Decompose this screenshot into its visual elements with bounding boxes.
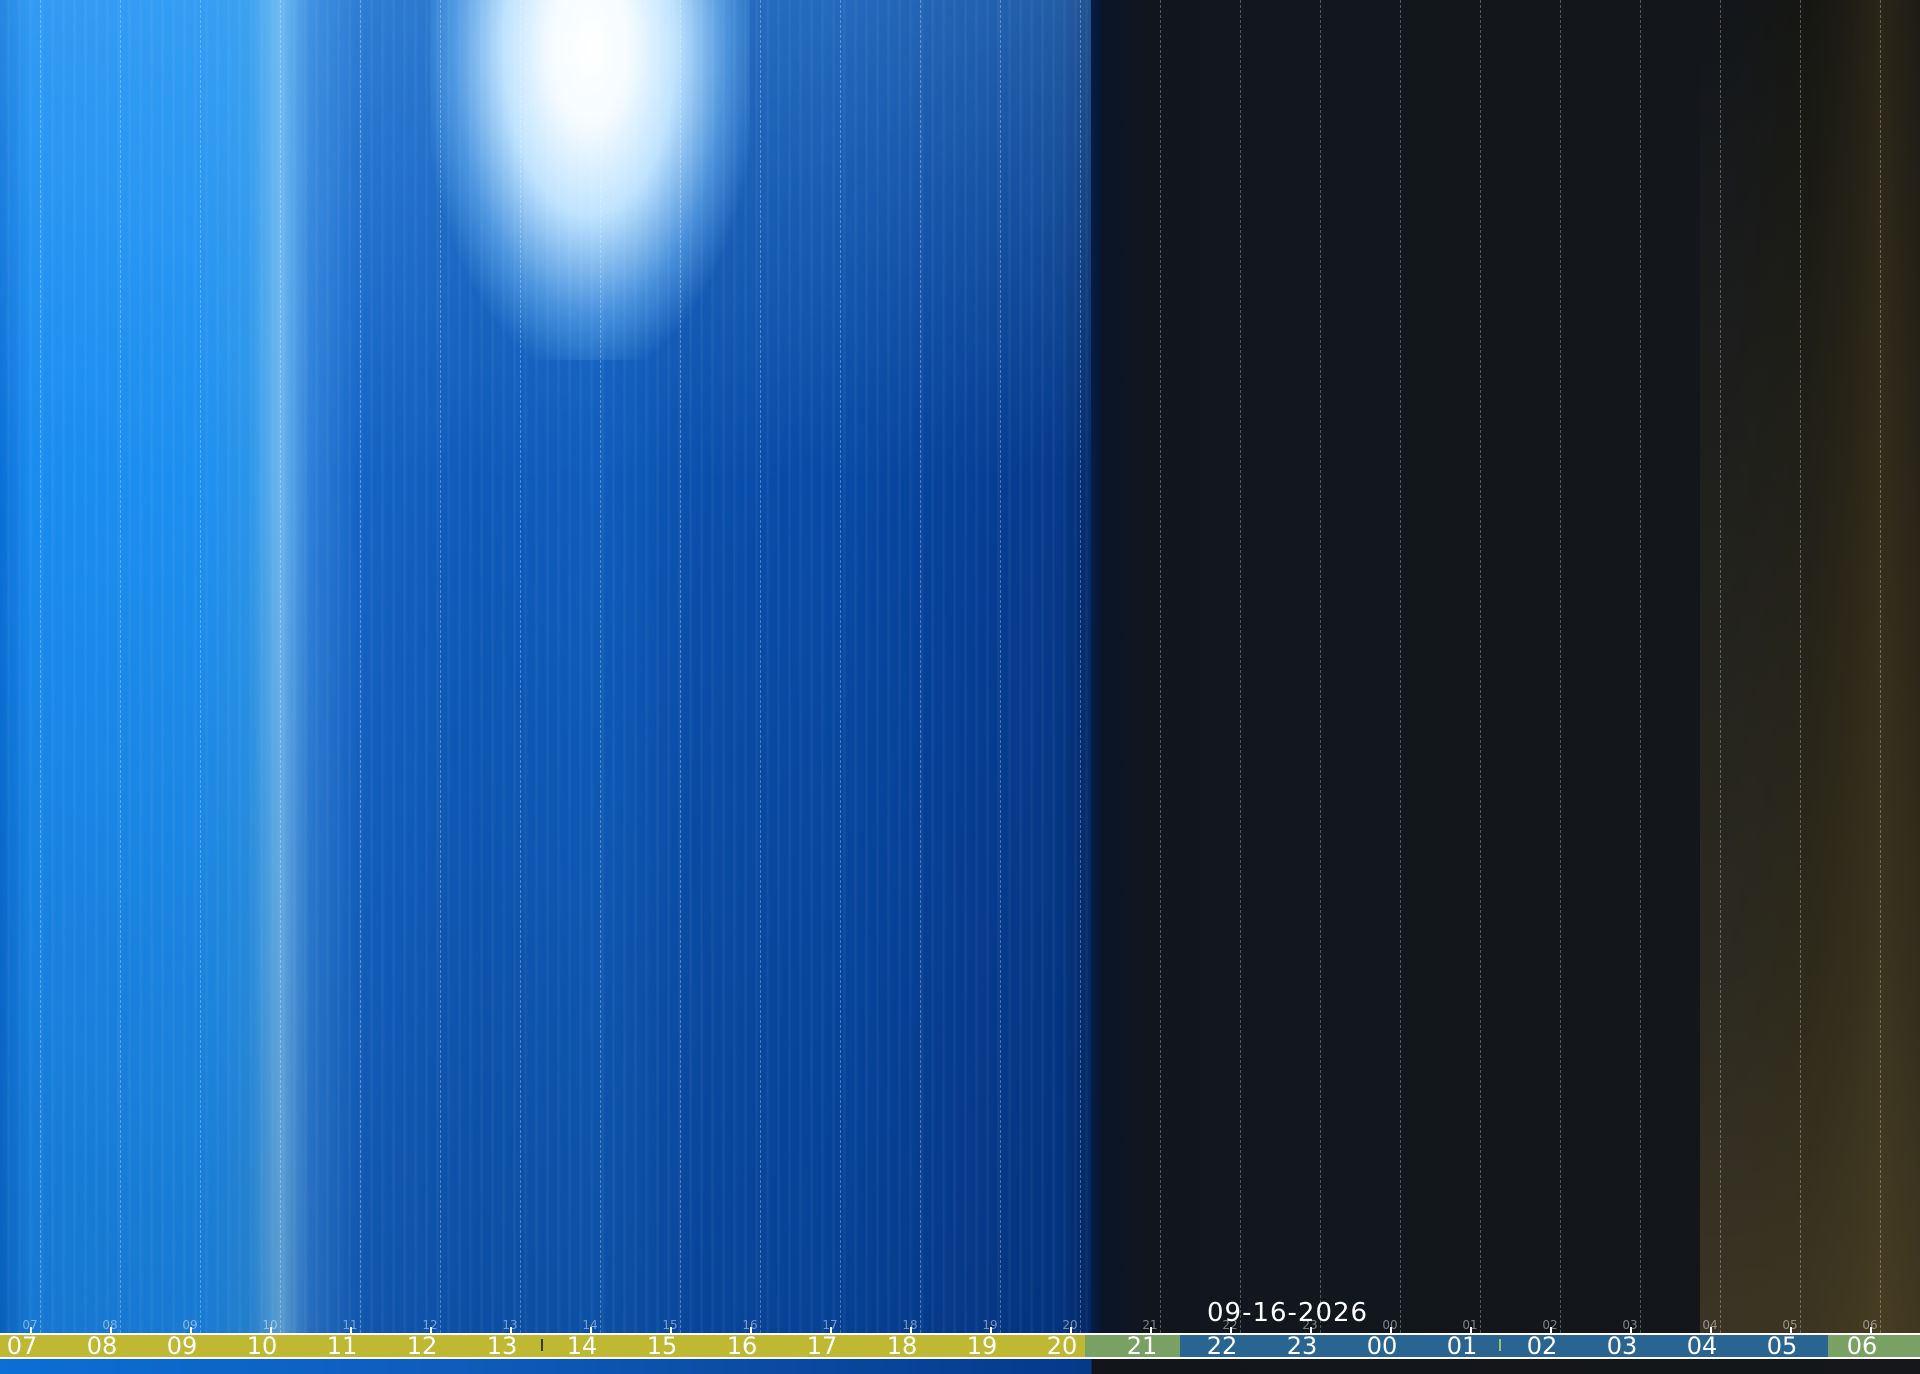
cloud-streaks xyxy=(0,0,1091,1374)
hour-gridline xyxy=(1880,0,1881,1338)
keogram-image xyxy=(0,0,1920,1374)
hour-labels-top: 07 08 09 10 11 12 13 14 15 16 17 18 19 20 21 22 23 00 01 02… xyxy=(0,1318,1920,1332)
hour-label: 04 xyxy=(1686,1332,1718,1360)
hour-label: 00 xyxy=(1366,1332,1398,1360)
hour-label: 22 xyxy=(1206,1332,1238,1360)
hour-label: 09 xyxy=(166,1332,198,1360)
hour-gridline xyxy=(920,0,921,1338)
hour-gridline xyxy=(40,0,41,1338)
bottom-sky-band xyxy=(0,1359,1920,1374)
hour-label: 13 xyxy=(486,1332,518,1360)
hour-gridline xyxy=(1800,0,1801,1338)
hour-gridline xyxy=(1240,0,1241,1338)
hour-label: 15 xyxy=(646,1332,678,1360)
hour-label: 10 xyxy=(246,1332,278,1360)
dawn-glow xyxy=(1700,0,1920,1374)
hour-gridline xyxy=(600,0,601,1338)
hour-gridline xyxy=(120,0,121,1338)
hour-label: 20 xyxy=(1046,1332,1078,1360)
hour-gridline xyxy=(840,0,841,1338)
hour-label: 11 xyxy=(326,1332,358,1360)
hour-gridline xyxy=(1160,0,1161,1338)
hour-gridline xyxy=(1640,0,1641,1338)
hour-label: 05 xyxy=(1766,1332,1798,1360)
solar-midnight-marker xyxy=(1499,1339,1501,1351)
hour-label: 19 xyxy=(966,1332,998,1360)
hour-gridline xyxy=(1320,0,1321,1338)
hour-label: 07 xyxy=(6,1332,38,1360)
hour-label: 21 xyxy=(1126,1332,1158,1360)
hour-label: 14 xyxy=(566,1332,598,1360)
date-label: 09-16-2026 xyxy=(1207,1298,1369,1328)
hour-label: 17 xyxy=(806,1332,838,1360)
hour-label: 02 xyxy=(1526,1332,1558,1360)
hour-label: 08 xyxy=(86,1332,118,1360)
hour-label: 16 xyxy=(726,1332,758,1360)
hour-gridline xyxy=(280,0,281,1338)
hour-gridline xyxy=(440,0,441,1338)
hour-label: 12 xyxy=(406,1332,438,1360)
hour-label: 03 xyxy=(1606,1332,1638,1360)
hour-label: 18 xyxy=(886,1332,918,1360)
hour-label: 06 xyxy=(1846,1332,1878,1360)
hour-gridline xyxy=(1560,0,1561,1338)
hour-gridline xyxy=(1720,0,1721,1338)
hour-gridline xyxy=(200,0,201,1338)
hour-gridline xyxy=(1400,0,1401,1338)
hour-gridline xyxy=(1080,0,1081,1338)
hour-gridline xyxy=(360,0,361,1338)
hour-gridline xyxy=(680,0,681,1338)
solar-noon-marker xyxy=(541,1339,543,1351)
hour-label: 23 xyxy=(1286,1332,1318,1360)
hour-gridline xyxy=(1000,0,1001,1338)
hour-label: 01 xyxy=(1446,1332,1478,1360)
night-segment xyxy=(1180,1335,1828,1357)
hour-gridline xyxy=(1480,0,1481,1338)
hour-gridline xyxy=(760,0,761,1338)
hour-gridline xyxy=(520,0,521,1338)
